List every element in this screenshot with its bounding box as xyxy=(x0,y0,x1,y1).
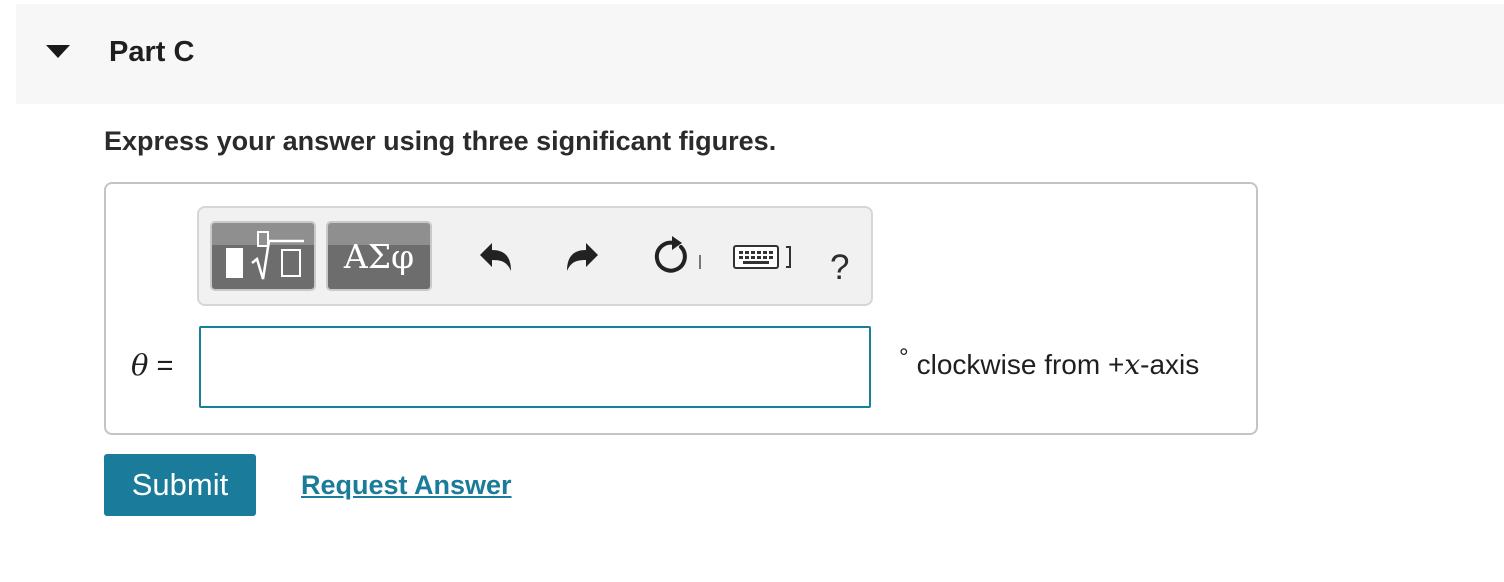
undo-button[interactable] xyxy=(476,238,516,283)
variable-symbol: θ xyxy=(131,348,149,382)
units-text-after: -axis xyxy=(1140,349,1200,380)
submit-button[interactable]: Submit xyxy=(104,454,256,516)
units-variable: x xyxy=(1124,348,1141,381)
templates-icon xyxy=(226,231,304,280)
reset-button[interactable] xyxy=(647,235,703,284)
equals-sign: = xyxy=(156,350,174,382)
greek-symbols-button[interactable]: ΑΣφ xyxy=(326,221,432,291)
part-title: Part C xyxy=(109,36,195,68)
math-toolbar: ΑΣφ ? xyxy=(197,206,873,306)
reset-icon xyxy=(654,236,701,273)
keyboard-button[interactable] xyxy=(732,242,798,277)
answer-box: ΑΣφ ? θ = ° clockwise from +x-axis xyxy=(104,182,1258,435)
undo-icon xyxy=(480,243,511,271)
help-button[interactable]: ? xyxy=(830,248,849,288)
part-header[interactable]: Part C xyxy=(16,4,1504,104)
request-answer-link[interactable]: Request Answer xyxy=(301,470,512,501)
collapse-caret-icon[interactable] xyxy=(46,45,70,58)
templates-button[interactable] xyxy=(210,221,316,291)
units-text-before: clockwise from + xyxy=(916,349,1125,380)
degree-symbol: ° xyxy=(899,344,909,371)
keyboard-icon xyxy=(733,245,791,269)
answer-units: ° clockwise from +x-axis xyxy=(899,344,1200,381)
instruction-text: Express your answer using three signific… xyxy=(104,126,777,156)
redo-button[interactable] xyxy=(562,238,602,283)
answer-input[interactable] xyxy=(199,326,871,408)
greek-symbols-label: ΑΣφ xyxy=(343,237,415,276)
redo-icon xyxy=(567,243,598,271)
variable-label: θ = xyxy=(131,348,173,383)
